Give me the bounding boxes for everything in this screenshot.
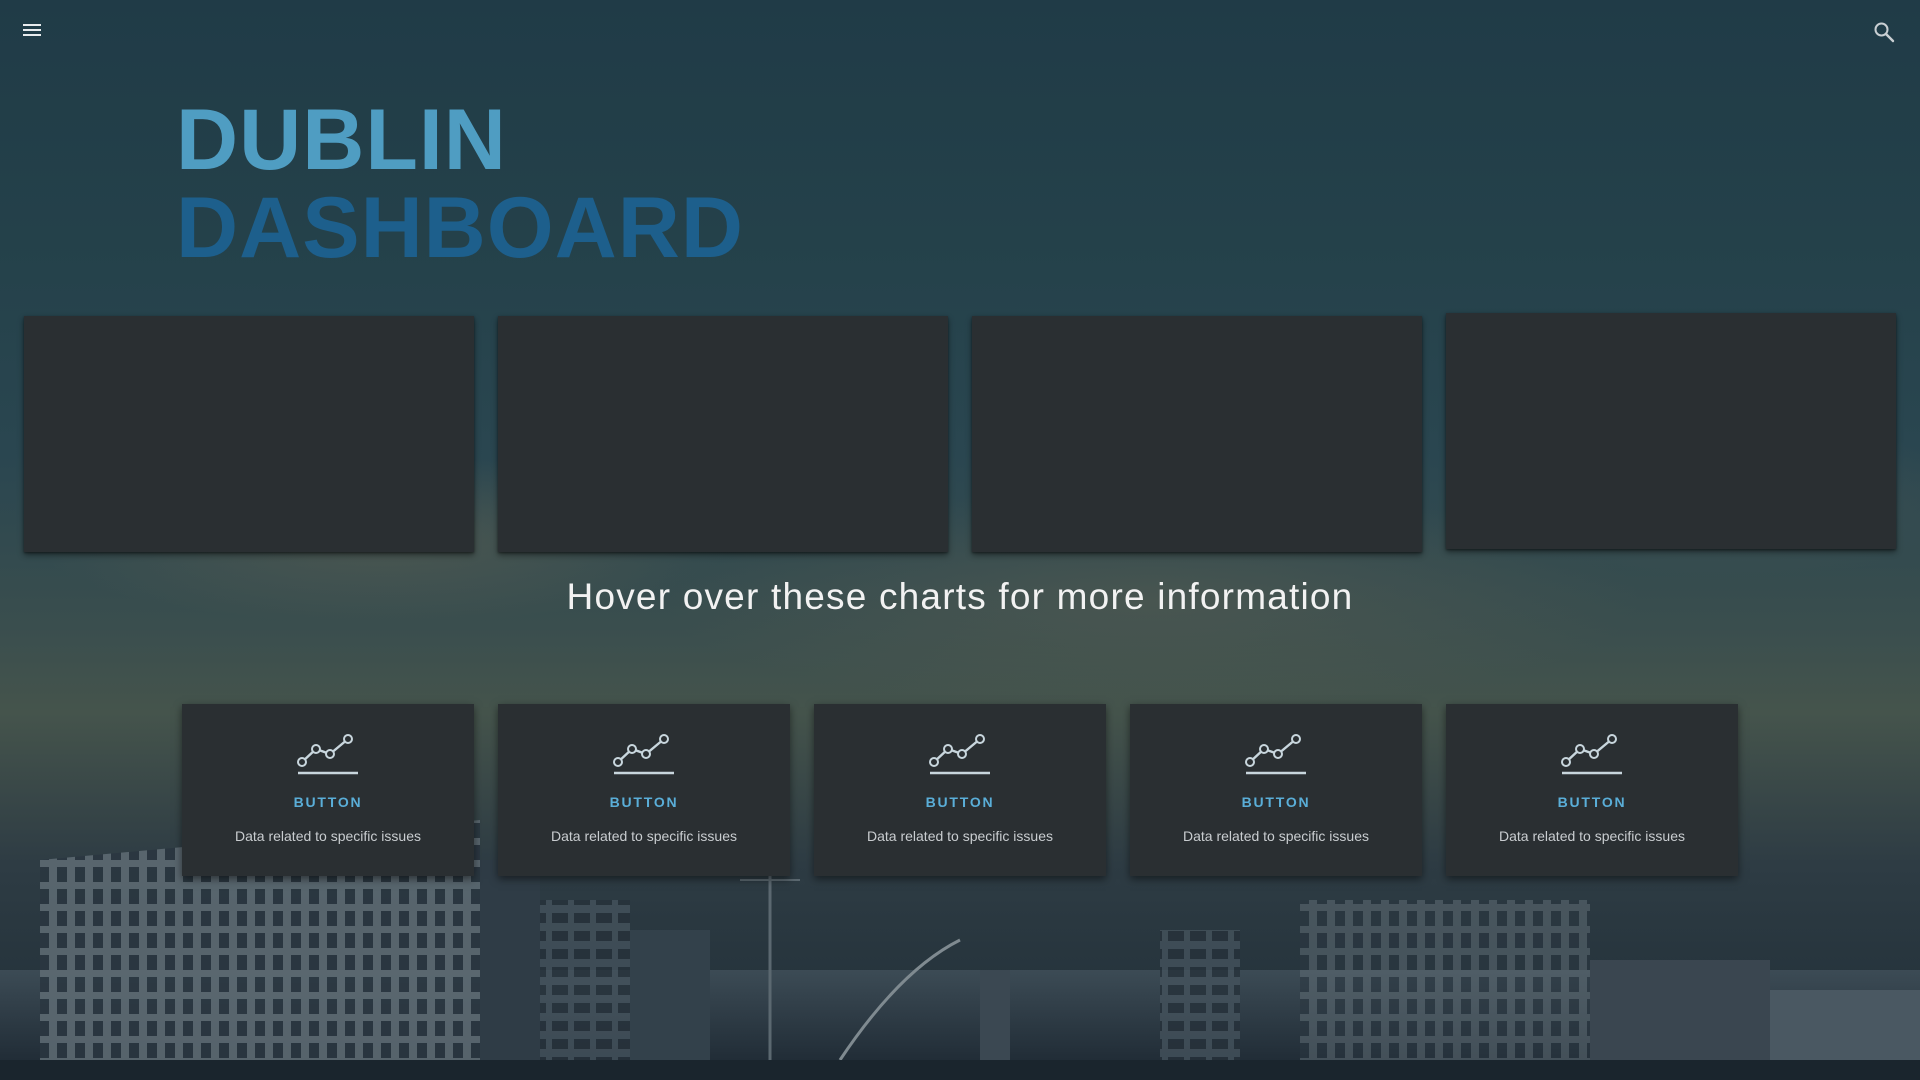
search-icon[interactable] xyxy=(1870,18,1898,46)
title-line-2: DASHBOARD xyxy=(176,180,744,276)
button-label: BUTTON xyxy=(293,794,363,810)
page-title: DUBLIN DASHBOARD xyxy=(176,96,744,272)
issue-button-5[interactable]: BUTTON Data related to specific issues xyxy=(1446,704,1738,876)
button-label: BUTTON xyxy=(925,794,995,810)
button-description: Data related to specific issues xyxy=(551,828,737,844)
issue-button-1[interactable]: BUTTON Data related to specific issues xyxy=(182,704,474,876)
issue-button-2[interactable]: BUTTON Data related to specific issues xyxy=(498,704,790,876)
button-description: Data related to specific issues xyxy=(235,828,421,844)
button-label: BUTTON xyxy=(609,794,679,810)
issue-button-4[interactable]: BUTTON Data related to specific issues xyxy=(1130,704,1422,876)
button-description: Data related to specific issues xyxy=(1183,828,1369,844)
button-label: BUTTON xyxy=(1557,794,1627,810)
line-chart-icon xyxy=(1561,734,1622,775)
line-chart-icon xyxy=(1245,734,1306,775)
chart-card-2[interactable] xyxy=(498,316,948,552)
chart-card-1[interactable] xyxy=(24,316,474,552)
hover-hint: Hover over these charts for more informa… xyxy=(566,576,1354,617)
button-label: BUTTON xyxy=(1241,794,1311,810)
line-chart-icon xyxy=(613,734,674,775)
line-chart-icon xyxy=(929,734,990,775)
button-description: Data related to specific issues xyxy=(1499,828,1685,844)
chart-card-3[interactable] xyxy=(972,316,1422,552)
menu-icon[interactable] xyxy=(19,16,47,44)
chart-card-4[interactable] xyxy=(1446,313,1896,549)
line-chart-icon xyxy=(297,734,358,775)
button-description: Data related to specific issues xyxy=(867,828,1053,844)
title-line-1: DUBLIN xyxy=(176,92,507,188)
issue-button-3[interactable]: BUTTON Data related to specific issues xyxy=(814,704,1106,876)
